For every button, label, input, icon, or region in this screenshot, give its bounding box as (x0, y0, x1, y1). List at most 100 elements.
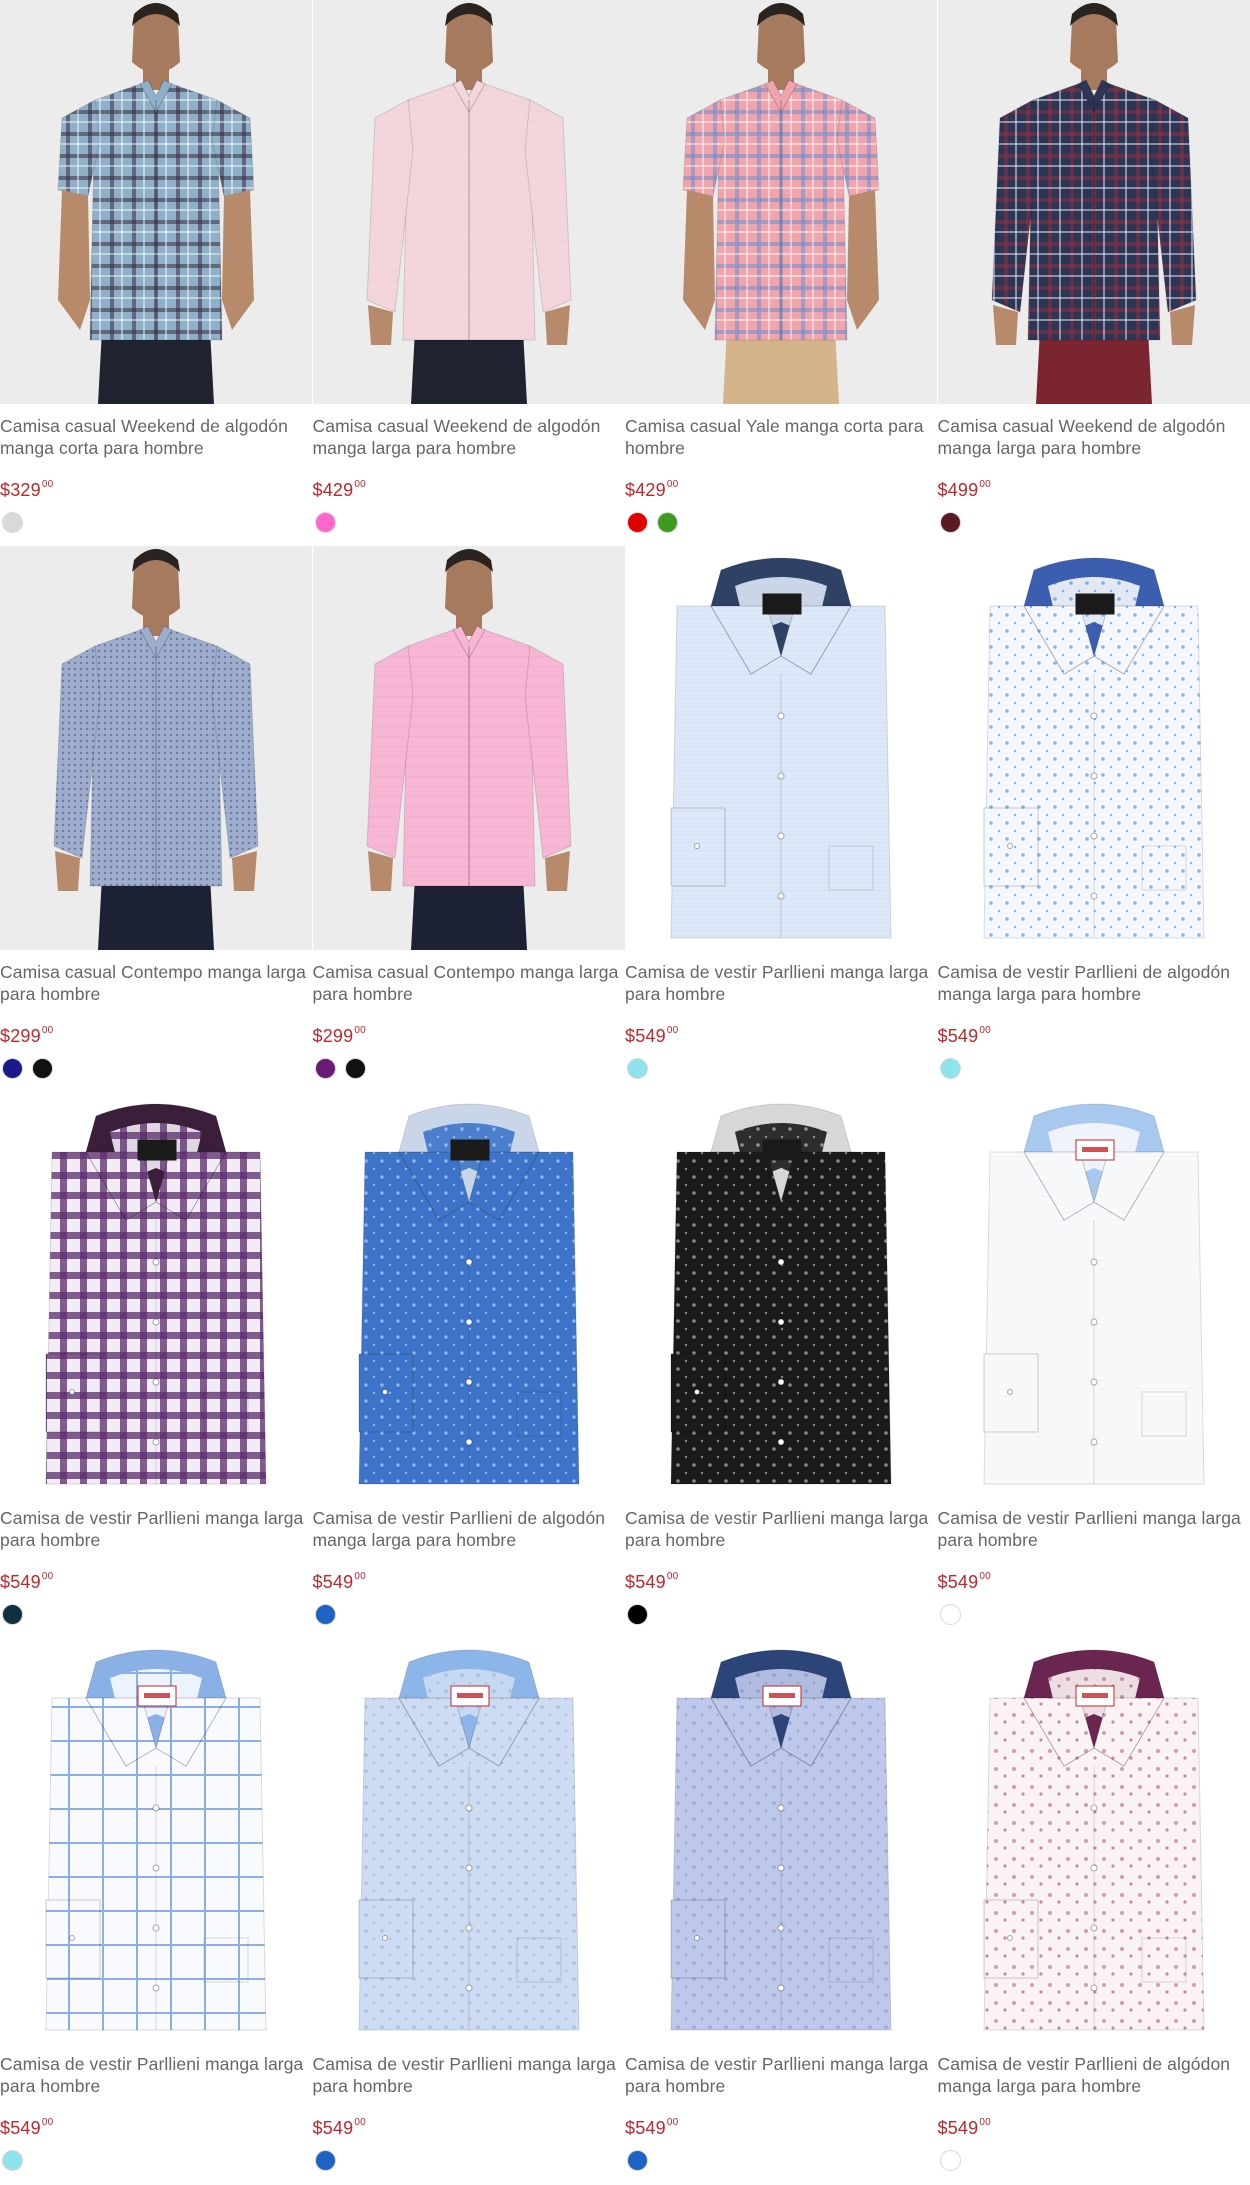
product-image[interactable] (0, 546, 312, 950)
product-name[interactable]: Camisa de vestir Parllieni manga larga p… (625, 962, 935, 1005)
color-swatch[interactable] (939, 512, 961, 533)
product-price: $29900 (0, 1025, 53, 1047)
price-amount: 549 (322, 2118, 354, 2138)
color-swatch[interactable] (627, 1058, 648, 1079)
product-card[interactable]: Camisa de vestir Parllieni manga larga p… (0, 1092, 313, 1638)
product-image[interactable] (937, 546, 1250, 950)
price-currency: $ (312, 1572, 323, 1592)
color-swatch[interactable] (32, 1058, 53, 1079)
product-grid: Camisa casual Weekend de algodón manga c… (0, 0, 1250, 2184)
color-swatch[interactable] (939, 1604, 961, 1625)
product-card[interactable]: Camisa de vestir Parllieni manga larga p… (625, 1638, 938, 2184)
price-cents: 00 (354, 479, 366, 490)
product-image[interactable] (625, 1092, 937, 1496)
product-image[interactable] (312, 546, 625, 950)
product-card[interactable]: Camisa de vestir Parllieni manga larga p… (625, 1092, 938, 1638)
product-image[interactable] (937, 0, 1250, 404)
product-card[interactable]: Camisa de vestir Parllieni de algódon ma… (937, 1638, 1250, 2184)
color-swatch[interactable] (344, 1058, 366, 1079)
color-swatch[interactable] (2, 2150, 23, 2171)
price-amount: 549 (635, 2118, 666, 2138)
color-swatch[interactable] (627, 2150, 648, 2171)
product-image[interactable] (0, 1638, 312, 2042)
product-card[interactable]: Camisa de vestir Parllieni manga larga p… (625, 546, 938, 1092)
product-card[interactable]: Camisa casual Weekend de algodón manga c… (0, 0, 313, 546)
product-card[interactable]: Camisa casual Contempo manga larga para … (312, 546, 626, 1092)
product-name[interactable]: Camisa de vestir Parllieni manga larga p… (0, 1508, 310, 1551)
product-card[interactable]: Camisa de vestir Parllieni manga larga p… (0, 1638, 313, 2184)
product-name[interactable]: Camisa de vestir Parllieni manga larga p… (313, 2054, 623, 2097)
product-image[interactable] (0, 0, 312, 404)
product-image[interactable] (937, 1638, 1250, 2042)
product-price: $49900 (938, 479, 991, 501)
product-image[interactable] (625, 1638, 937, 2042)
color-swatch[interactable] (314, 2150, 336, 2171)
color-swatch[interactable] (627, 1604, 648, 1625)
price-amount: 499 (947, 480, 979, 500)
product-card[interactable]: Camisa casual Weekend de algodón manga l… (937, 0, 1250, 546)
color-swatch[interactable] (657, 512, 678, 533)
product-image[interactable] (937, 1092, 1250, 1496)
product-card[interactable]: Camisa casual Contempo manga larga para … (0, 546, 313, 1092)
color-swatches (2, 2150, 23, 2171)
product-card[interactable]: Camisa casual Weekend de algodón manga l… (312, 0, 626, 546)
price-currency: $ (312, 2118, 323, 2138)
product-image[interactable] (625, 0, 937, 404)
product-name[interactable]: Camisa casual Weekend de algodón manga l… (938, 416, 1248, 459)
product-image[interactable] (312, 0, 625, 404)
price-amount: 329 (10, 480, 41, 500)
product-image[interactable] (312, 1638, 625, 2042)
color-swatch[interactable] (314, 1604, 336, 1625)
product-name[interactable]: Camisa casual Contempo manga larga para … (313, 962, 623, 1005)
color-swatch[interactable] (2, 1058, 23, 1079)
price-currency: $ (312, 1026, 323, 1046)
product-card[interactable]: Camisa de vestir Parllieni manga larga p… (312, 1638, 626, 2184)
color-swatches (314, 1058, 366, 1079)
product-image[interactable] (0, 1092, 312, 1496)
product-image[interactable] (312, 1092, 625, 1496)
product-card[interactable]: Camisa casual Yale manga corta para homb… (625, 0, 938, 546)
product-name[interactable]: Camisa de vestir Parllieni manga larga p… (625, 1508, 935, 1551)
color-swatches (939, 1604, 961, 1625)
product-price: $42900 (625, 479, 678, 501)
product-price: $54900 (312, 1571, 366, 1593)
product-price: $54900 (0, 2117, 53, 2139)
price-amount: 549 (947, 1572, 979, 1592)
product-name[interactable]: Camisa de vestir Parllieni manga larga p… (625, 2054, 935, 2097)
product-price: $42900 (313, 479, 366, 501)
product-card[interactable]: Camisa de vestir Parllieni de algodón ma… (937, 546, 1250, 1092)
price-cents: 00 (979, 2117, 991, 2128)
product-name[interactable]: Camisa de vestir Parllieni manga larga p… (0, 2054, 310, 2097)
price-amount: 429 (635, 480, 666, 500)
product-name[interactable]: Camisa de vestir Parllieni de algodón ma… (938, 962, 1248, 1005)
color-swatch[interactable] (939, 1058, 961, 1079)
color-swatches (939, 512, 961, 533)
price-currency: $ (0, 1026, 11, 1046)
color-swatches (939, 2150, 961, 2171)
color-swatch[interactable] (939, 2150, 961, 2171)
product-image[interactable] (625, 546, 937, 950)
product-name[interactable]: Camisa de vestir Parllieni de algodón ma… (313, 1508, 623, 1551)
product-name[interactable]: Camisa de vestir Parllieni de algódon ma… (938, 2054, 1248, 2097)
product-price: $54900 (0, 1571, 53, 1593)
color-swatch[interactable] (2, 1604, 23, 1625)
color-swatches (314, 512, 336, 533)
product-name[interactable]: Camisa casual Yale manga corta para homb… (625, 416, 935, 459)
product-name[interactable]: Camisa casual Weekend de algodón manga c… (0, 416, 310, 459)
color-swatch[interactable] (314, 512, 336, 533)
price-cents: 00 (666, 2117, 679, 2128)
price-amount: 549 (322, 1572, 354, 1592)
product-name[interactable]: Camisa casual Weekend de algodón manga l… (313, 416, 623, 459)
product-card[interactable]: Camisa de vestir Parllieni manga larga p… (937, 1092, 1250, 1638)
product-card[interactable]: Camisa de vestir Parllieni de algodón ma… (312, 1092, 626, 1638)
color-swatch[interactable] (627, 512, 648, 533)
color-swatch[interactable] (2, 512, 23, 533)
price-amount: 549 (635, 1572, 666, 1592)
product-name[interactable]: Camisa de vestir Parllieni manga larga p… (938, 1508, 1248, 1551)
product-name[interactable]: Camisa casual Contempo manga larga para … (0, 962, 310, 1005)
color-swatch[interactable] (314, 1058, 336, 1079)
price-cents: 00 (666, 1025, 679, 1036)
color-swatches (314, 1604, 336, 1625)
color-swatches (2, 1058, 53, 1079)
price-currency: $ (0, 1572, 11, 1592)
